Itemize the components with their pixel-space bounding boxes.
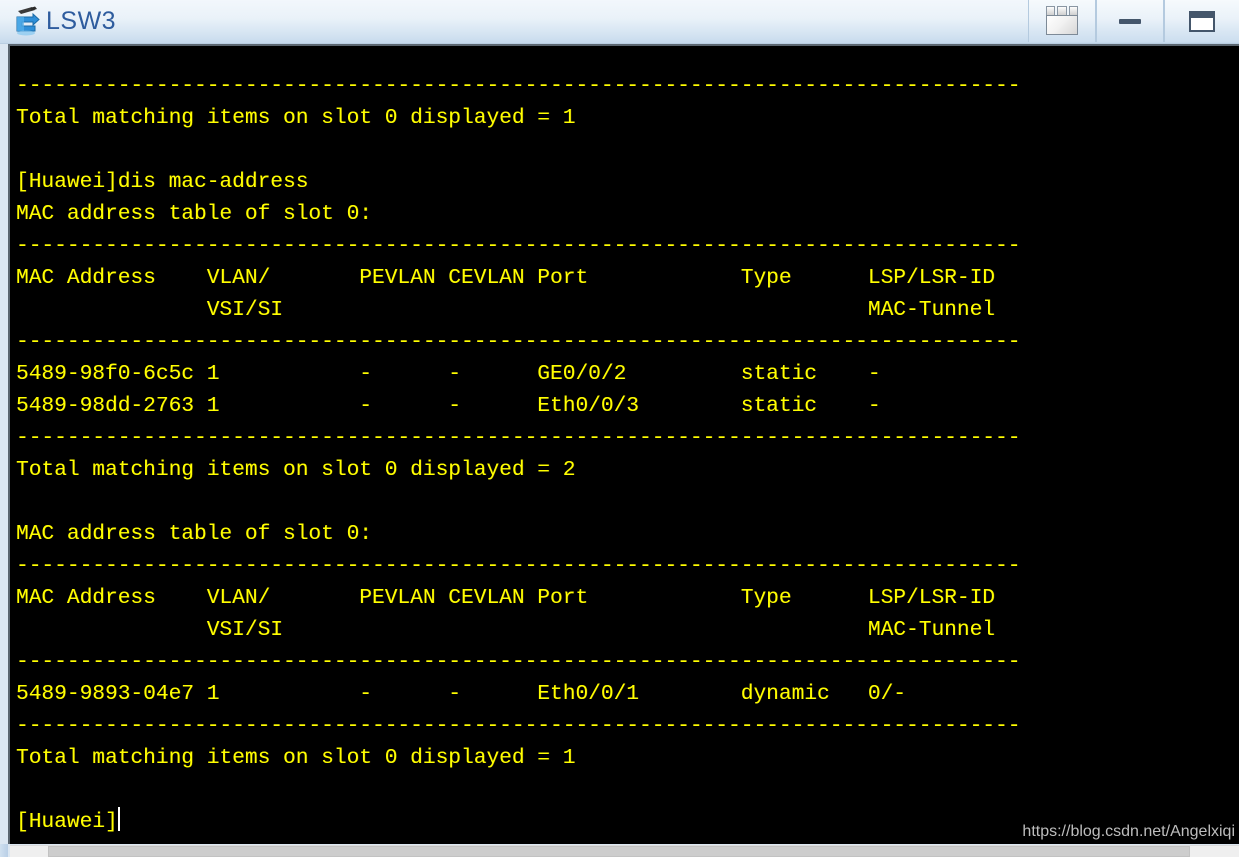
switch-device-icon xyxy=(10,4,44,38)
title-bar[interactable]: LSW3 xyxy=(0,0,1239,44)
horizontal-scrollbar-thumb[interactable] xyxy=(48,846,1190,857)
terminal-frame: ----------------------------------------… xyxy=(0,44,1239,844)
terminal-output: ----------------------------------------… xyxy=(16,74,1021,835)
minimize-button[interactable] xyxy=(1096,0,1164,42)
watermark-text: https://blog.csdn.net/Angelxiqi xyxy=(1022,823,1235,840)
maximize-icon xyxy=(1189,10,1215,32)
application-window: LSW3 -----------------------------------… xyxy=(0,0,1239,857)
horizontal-scrollbar[interactable] xyxy=(10,845,1239,857)
maximize-button[interactable] xyxy=(1164,0,1239,42)
toolbar-windows-button[interactable] xyxy=(1028,0,1096,42)
terminal-cursor xyxy=(117,807,120,832)
minimize-icon xyxy=(1119,18,1141,24)
terminal-console[interactable]: ----------------------------------------… xyxy=(8,44,1239,844)
windows-stack-icon xyxy=(1042,6,1082,36)
window-title: LSW3 xyxy=(46,7,117,35)
